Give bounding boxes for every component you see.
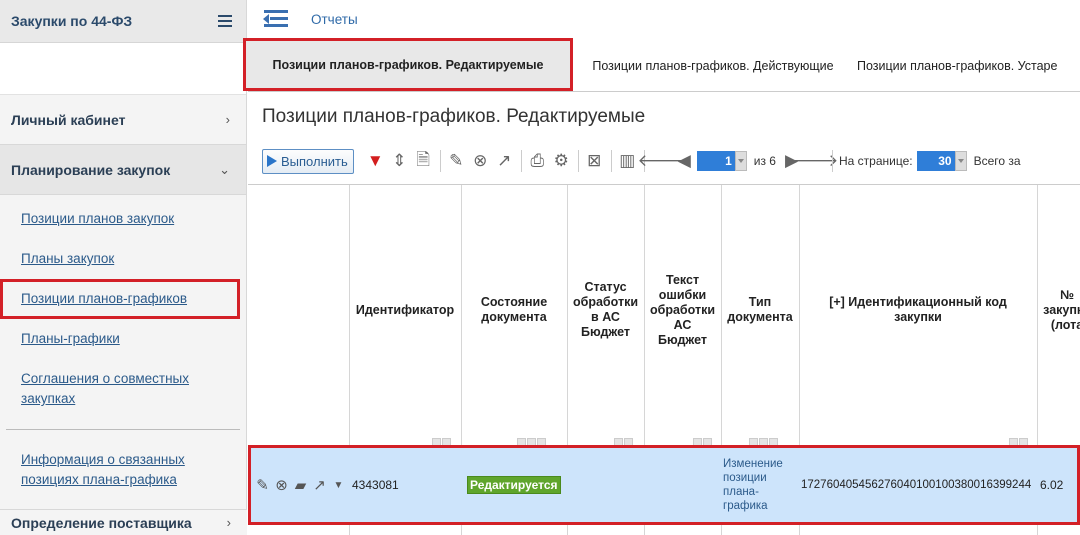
- share-icon[interactable]: ↗: [310, 476, 329, 495]
- tab-bar: Позиции планов-графиков. Редактируемые П…: [243, 38, 1080, 92]
- sidebar-section-supplier[interactable]: Определение поставщика ›: [0, 509, 247, 535]
- page-number-input[interactable]: 1: [696, 151, 735, 171]
- dropdown-icon[interactable]: ▼: [329, 476, 348, 495]
- last-page-icon[interactable]: 🡒: [793, 149, 839, 173]
- document-icon[interactable]: 🗎: [412, 149, 435, 173]
- per-page-input[interactable]: 30: [916, 151, 955, 171]
- share-icon[interactable]: ↗: [493, 149, 516, 173]
- map-icon[interactable]: ▥: [616, 149, 639, 173]
- tab-active[interactable]: Позиции планов-графиков. Действующие: [573, 41, 853, 91]
- topbar: Отчеты: [248, 0, 1080, 38]
- sidebar-item-plan-positions[interactable]: Позиции планов закупок: [0, 199, 246, 239]
- excel-icon[interactable]: ⊠: [583, 149, 606, 173]
- prev-page-icon[interactable]: ◀: [673, 149, 696, 173]
- sort-icon[interactable]: ⇕: [388, 149, 411, 173]
- total-label: Всего за: [973, 154, 1021, 168]
- edit-icon[interactable]: ✎: [445, 149, 468, 173]
- header-identifier[interactable]: Идентификатор: [349, 185, 461, 435]
- cell-error: [647, 448, 724, 522]
- sort-arrows-icon[interactable]: [613, 435, 633, 447]
- sort-arrows-icon[interactable]: [431, 435, 451, 447]
- header-error[interactable]: Текст ошибки обработки АС Бюджет: [644, 185, 721, 435]
- sort-arrows-icon[interactable]: [1008, 435, 1028, 447]
- header-doc-type[interactable]: Тип документа: [721, 185, 799, 435]
- per-page-dropdown-icon[interactable]: [954, 151, 967, 171]
- header-procurement-code[interactable]: [+] Идентификационный код закупки: [799, 185, 1037, 435]
- sort-arrows-icon[interactable]: [692, 435, 712, 447]
- filter-icon[interactable]: ▼: [364, 149, 387, 173]
- page-count: из 6: [753, 154, 776, 168]
- per-page-label: На странице:: [838, 154, 913, 168]
- settings-icon[interactable]: ⚙: [550, 149, 573, 173]
- collapse-menu-icon[interactable]: [262, 9, 288, 29]
- header-status[interactable]: Статус обработки в АС Бюджет: [567, 185, 644, 435]
- run-button[interactable]: Выполнить: [262, 148, 354, 174]
- sidebar-item-plans[interactable]: Планы закупок: [0, 239, 246, 279]
- chevron-right-icon: ›: [226, 515, 231, 530]
- tab-obsolete[interactable]: Позиции планов-графиков. Устаре: [853, 41, 1070, 91]
- delete-icon[interactable]: ⊗: [272, 476, 291, 495]
- row-actions: ✎ ⊗ ▰ ↗ ▼: [253, 448, 349, 522]
- header-state[interactable]: Состояние документа: [461, 185, 567, 435]
- cell-state: Редактируется: [467, 448, 570, 522]
- data-grid: Идентификатор Состояние документа Статус…: [248, 184, 1080, 535]
- chevron-right-icon: ›: [225, 112, 230, 127]
- page-title: Позиции планов-графиков. Редактируемые: [262, 106, 646, 127]
- play-icon: [267, 155, 277, 167]
- sidebar-items: Позиции планов закупок Планы закупок Поз…: [0, 195, 246, 500]
- app-title: Закупки по 44-ФЗ: [11, 13, 133, 29]
- cell-doc-type: Изменение позиции плана-графика: [723, 458, 783, 512]
- sidebar-section-planning[interactable]: Планирование закупок ⌄: [0, 145, 246, 195]
- toolbar: Выполнить ▼ ⇕ 🗎 ✎ ⊗ ↗ ⎙ ⚙ ⊠ ▥ 🡐 ◀ 1 из 6…: [262, 147, 1080, 175]
- first-page-icon[interactable]: 🡐: [637, 149, 683, 173]
- edit-icon[interactable]: ✎: [253, 476, 272, 495]
- sidebar-item-schedules[interactable]: Планы-графики: [0, 319, 246, 359]
- cell-identifier: 4343081: [352, 478, 399, 492]
- header-lot-number[interactable]: № закупки (лота: [1037, 185, 1080, 435]
- table-row[interactable]: ✎ ⊗ ▰ ↗ ▼ 4343081 Редактируется Изменени…: [248, 445, 1080, 525]
- sort-arrows-icon[interactable]: [516, 435, 546, 447]
- sidebar-item-schedule-positions[interactable]: Позиции планов-графиков: [0, 279, 240, 319]
- sort-arrows-icon[interactable]: [748, 435, 778, 447]
- hamburger-icon[interactable]: [218, 15, 232, 27]
- reports-link[interactable]: Отчеты: [311, 12, 358, 27]
- cell-lot-number: 6.02: [1040, 478, 1064, 492]
- sidebar-section-cabinet[interactable]: Личный кабинет ›: [0, 95, 246, 145]
- sidebar-item-agreements[interactable]: Соглашения о совместных закупках: [0, 359, 246, 419]
- delete-icon[interactable]: ⊗: [469, 149, 492, 173]
- cell-status: [570, 448, 647, 522]
- tab-editable[interactable]: Позиции планов-графиков. Редактируемые: [243, 38, 573, 91]
- status-badge: Редактируется: [467, 476, 561, 494]
- page-dropdown-icon[interactable]: [734, 151, 747, 171]
- sidebar-header: Закупки по 44-ФЗ: [0, 0, 246, 43]
- chevron-down-icon: ⌄: [219, 161, 230, 177]
- folder-icon[interactable]: ▰: [291, 476, 310, 495]
- sidebar-item-related-positions[interactable]: Информация о связанных позициях плана-гр…: [0, 440, 246, 500]
- sidebar: Закупки по 44-ФЗ Личный кабинет › Планир…: [0, 0, 247, 535]
- cell-procurement-code: 172760405456276040100100380016399244: [801, 479, 1032, 491]
- print-icon[interactable]: ⎙: [526, 149, 549, 173]
